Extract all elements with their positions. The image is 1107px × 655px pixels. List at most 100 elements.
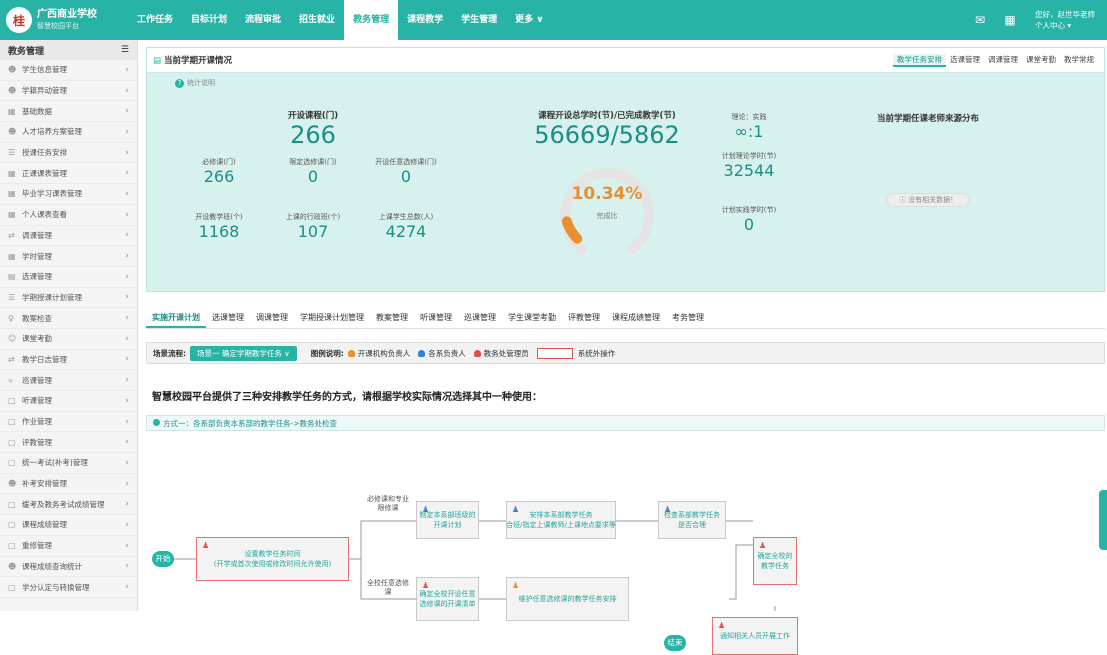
sidebar-item[interactable]: ♀ 教案检查 › bbox=[0, 308, 137, 329]
card-tab-teaching-tasks[interactable]: 教学任务安排 bbox=[893, 53, 946, 67]
tab-lecture-observation[interactable]: 听课管理 bbox=[414, 306, 458, 328]
method-one-bar[interactable]: 方式一：各系部负责本系部的教学任务->教务处检查 bbox=[146, 415, 1105, 431]
nav-academic-affairs[interactable]: 教务管理 bbox=[344, 0, 399, 40]
sidebar-item[interactable]: ▢ 重修管理 › bbox=[0, 536, 137, 557]
flow-node-set-time[interactable]: ♟ 设置教学任务时间 (开学或首次使用或修改时间允许使用) bbox=[196, 537, 349, 581]
theory-practice-ratio-stat: 理论：实践 ∞:1 bbox=[731, 113, 767, 141]
card-tab-attendance[interactable]: 课堂考勤 bbox=[1022, 54, 1060, 67]
floating-side-tab[interactable] bbox=[1099, 490, 1107, 550]
flow-node-elective-list[interactable]: ♟ 确定全校开设任意选修课的开课清单 bbox=[416, 577, 479, 621]
sidebar-item[interactable]: ▦ 基础数据 › bbox=[0, 101, 137, 123]
sidebar-item[interactable]: ☺ 课堂考勤 › bbox=[0, 329, 137, 350]
person-icon: ♟ bbox=[512, 505, 520, 514]
nav-approvals[interactable]: 流程审批 bbox=[236, 0, 290, 40]
message-icon[interactable]: ✉ bbox=[965, 13, 995, 27]
methods-heading: 智慧校园平台提供了三种安排教学任务的方式，请根据学校实际情况选择其中一种使用： bbox=[152, 392, 542, 403]
nav-student-management[interactable]: 学生管理 bbox=[452, 0, 506, 40]
user-center-link[interactable]: 个人中心 ▾ bbox=[1035, 20, 1095, 31]
tab-implement-plan[interactable]: 实施开课计划 bbox=[146, 306, 206, 328]
card-tab-course-selection[interactable]: 选课管理 bbox=[946, 54, 984, 67]
sidebar-item[interactable]: ☻ 课程成绩查询统计 › bbox=[0, 557, 137, 578]
menu-toggle-icon[interactable]: ☰ bbox=[121, 45, 129, 55]
nav-goal-plans[interactable]: 目标计划 bbox=[182, 0, 236, 40]
tab-semester-plan[interactable]: 学期授课计划管理 bbox=[294, 306, 370, 328]
sidebar-item[interactable]: ▦ 学时管理 › bbox=[0, 246, 137, 267]
sidebar-item[interactable]: ▤ 选课管理 › bbox=[0, 267, 137, 288]
question-icon: ? bbox=[175, 79, 184, 88]
tab-class-patrol[interactable]: 巡课管理 bbox=[458, 306, 502, 328]
sidebar-item[interactable]: ▢ 学分认定与转换管理 › bbox=[0, 577, 137, 598]
sidebar-item-label: 统一考试(补考)管理 bbox=[22, 458, 88, 468]
flow-node-check-tasks[interactable]: ♟ 检查系部教学任务是否合理 bbox=[658, 501, 726, 539]
required-courses-stat: 必修课(门) 266 bbox=[202, 158, 236, 186]
scene-select[interactable]: 场景一 确定学期教学任务 ∨ bbox=[190, 345, 297, 361]
apps-grid-icon[interactable]: ▦ bbox=[995, 13, 1025, 27]
menu-item-icon: ♀ bbox=[8, 313, 14, 323]
tab-student-attendance[interactable]: 学生课堂考勤 bbox=[502, 306, 562, 328]
sidebar-item[interactable]: ⇄ 调课管理 › bbox=[0, 226, 137, 247]
completion-label: 完成比 bbox=[596, 212, 618, 220]
sidebar-item-label: 教案检查 bbox=[22, 313, 52, 323]
menu-item-icon: ☻ bbox=[8, 127, 17, 137]
sidebar-item[interactable]: ☰ 学期授课计划管理 › bbox=[0, 288, 137, 309]
chevron-right-icon: › bbox=[125, 582, 129, 593]
menu-item-icon: » bbox=[8, 375, 13, 385]
school-logo[interactable]: 桂 广西商业学校 智慧校园平台 bbox=[0, 0, 128, 40]
nav-work-tasks[interactable]: 工作任务 bbox=[128, 0, 182, 40]
sidebar-item[interactable]: ▢ 作业管理 › bbox=[0, 412, 137, 433]
semester-overview-card: ▤ 当前学期开课情况 教学任务安排 选课管理 调课管理 课堂考勤 教学常规 ? 统计… bbox=[146, 47, 1105, 292]
card-tab-schedule-change[interactable]: 调课管理 bbox=[984, 54, 1022, 67]
flow-node-dept-plan[interactable]: ♟ 制定本系部班级的开课计划 bbox=[416, 501, 479, 539]
sidebar-item-label: 个人课表查看 bbox=[22, 210, 67, 220]
sidebar-item[interactable]: ▢ 统一考试(补考)管理 › bbox=[0, 453, 137, 474]
chevron-right-icon: › bbox=[125, 209, 129, 220]
chevron-right-icon: › bbox=[125, 540, 129, 551]
tab-exam-affairs[interactable]: 考务管理 bbox=[666, 306, 710, 328]
sidebar-item-label: 基础数据 bbox=[22, 106, 52, 116]
person-icon bbox=[418, 349, 426, 357]
tab-lesson-plans[interactable]: 教案管理 bbox=[370, 306, 414, 328]
flow-node-notify[interactable]: ♟ 通知相关人员开展工作 bbox=[712, 617, 798, 655]
sidebar-item[interactable]: ⇄ 教学日志管理 › bbox=[0, 350, 137, 371]
tab-grades[interactable]: 课程成绩管理 bbox=[606, 306, 666, 328]
user-menu[interactable]: 您好，赵世华老师 个人中心 ▾ bbox=[1025, 9, 1107, 31]
person-icon bbox=[347, 349, 355, 357]
sidebar-item[interactable]: ▢ 听课管理 › bbox=[0, 391, 137, 412]
tab-teaching-evaluation[interactable]: 评教管理 bbox=[562, 306, 606, 328]
card-title: ▤ 当前学期开课情况 bbox=[153, 56, 233, 66]
nav-more[interactable]: 更多 ∨ bbox=[506, 0, 552, 40]
menu-item-icon: ▢ bbox=[8, 437, 16, 447]
sidebar-item[interactable]: ☻ 学生信息管理 › bbox=[0, 60, 137, 81]
sidebar-item[interactable]: ▢ 评教管理 › bbox=[0, 432, 137, 454]
sidebar-item[interactable]: ▢ 缓考及教务考试成绩管理 › bbox=[0, 494, 137, 516]
flow-label-electives: 全校任意选修课 bbox=[364, 579, 412, 597]
sidebar-item[interactable]: ▦ 正课课表管理 › bbox=[0, 163, 137, 185]
menu-item-icon: ▢ bbox=[8, 499, 16, 509]
nav-enrollment[interactable]: 招生就业 bbox=[290, 0, 344, 40]
flow-node-confirm-tasks[interactable]: ♟ 确定全校的教学任务 bbox=[753, 537, 797, 585]
sidebar-item[interactable]: ▦ 个人课表查看 › bbox=[0, 205, 137, 226]
flow-node-dept-tasks[interactable]: ♟ 安排本系部教学任务 合班/指定上课教师/上课地点要求等 bbox=[506, 501, 616, 539]
sidebar-item[interactable]: » 巡课管理 › bbox=[0, 370, 137, 391]
flow-end-node[interactable]: 结束 bbox=[664, 635, 686, 651]
tab-schedule-change[interactable]: 调课管理 bbox=[250, 306, 294, 328]
sidebar-item[interactable]: ☻ 人才培养方案管理 › bbox=[0, 122, 137, 143]
sidebar-item[interactable]: ☻ 学籍异动管理 › bbox=[0, 81, 137, 102]
completion-gauge: 10.34% 完成比 bbox=[552, 154, 662, 264]
card-tab-routine[interactable]: 教学常规 bbox=[1060, 54, 1098, 67]
flow-start-node[interactable]: 开始 bbox=[152, 551, 174, 567]
sidebar-item[interactable]: ☰ 授课任务安排 › bbox=[0, 143, 137, 164]
stats-help-link[interactable]: ? 统计说明 bbox=[175, 78, 215, 88]
menu-item-icon: ▦ bbox=[8, 210, 16, 220]
tab-course-selection[interactable]: 选课管理 bbox=[206, 306, 250, 328]
school-name: 广西商业学校 bbox=[37, 9, 97, 20]
sidebar-title: 教务管理 bbox=[8, 46, 45, 57]
sidebar-item[interactable]: ☻ 补考安排管理 › bbox=[0, 474, 137, 495]
collapse-icon bbox=[153, 419, 160, 426]
sidebar-item[interactable]: ▦ 毕业学习课表管理 › bbox=[0, 184, 137, 205]
teaching-classes-stat: 开设教学班(个) 1168 bbox=[195, 213, 243, 241]
chevron-right-icon: › bbox=[125, 271, 129, 282]
flow-node-elective-tasks[interactable]: ♟ 维护任意选修课的教学任务安排 bbox=[506, 577, 629, 621]
sidebar-item[interactable]: ▢ 课程成绩管理 › bbox=[0, 515, 137, 536]
nav-course-teaching[interactable]: 课程教学 bbox=[398, 0, 452, 40]
